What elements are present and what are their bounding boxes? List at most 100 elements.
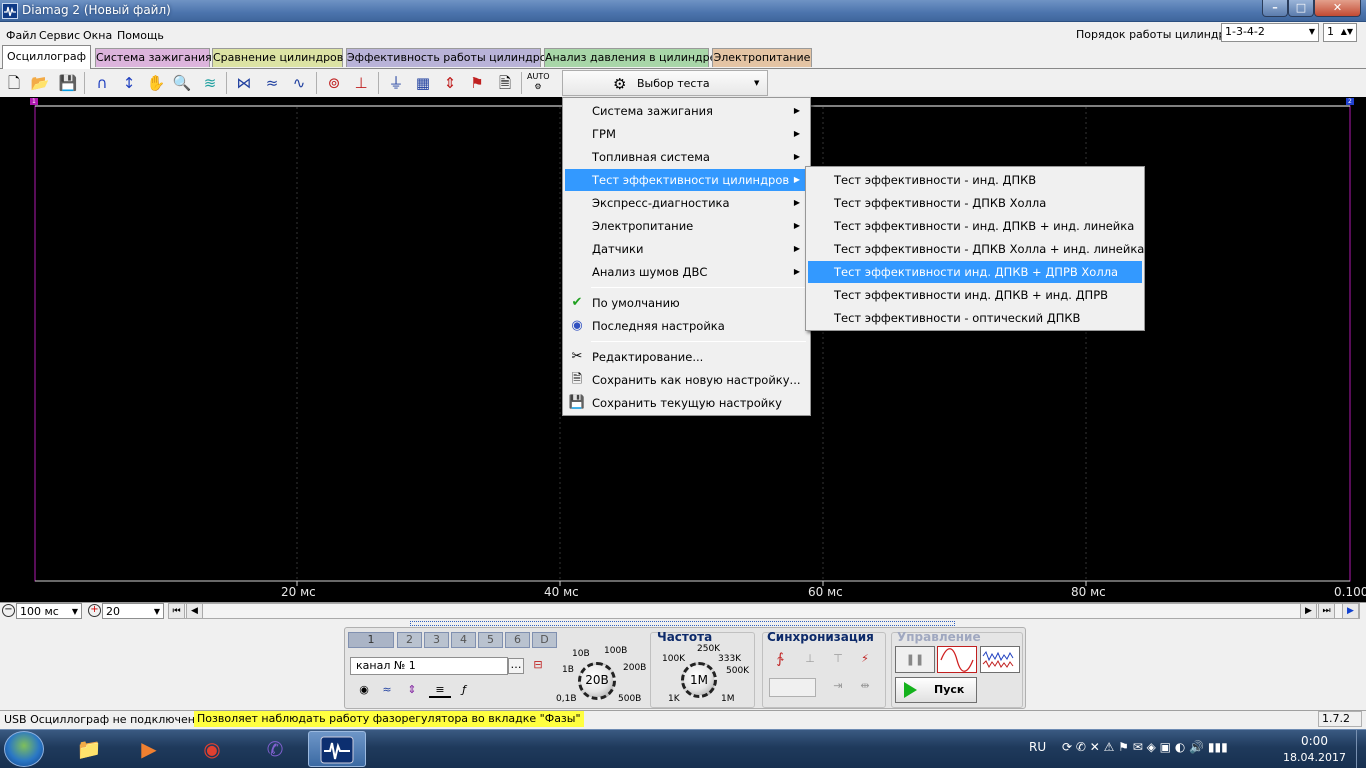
tab-power-supply[interactable]: Электропитание bbox=[712, 48, 812, 67]
zero-level-icon[interactable]: ⊥ bbox=[350, 72, 372, 94]
split-icon[interactable]: ⇕ bbox=[439, 72, 461, 94]
arc-cursor-icon[interactable]: ∩ bbox=[91, 72, 113, 94]
auto-setup-icon[interactable]: AUTO ⚙ bbox=[527, 72, 550, 94]
noise-icon[interactable]: ≈ bbox=[379, 682, 395, 698]
menu-item-power-supply[interactable]: Электропитание ▶ bbox=[565, 215, 808, 237]
menu-file[interactable]: Файл bbox=[6, 29, 36, 42]
channel-browse-button[interactable]: … bbox=[508, 658, 524, 674]
notes-icon[interactable]: 🗎 bbox=[494, 72, 516, 94]
cylinder-number-spinner[interactable]: 1 ▲▼ bbox=[1323, 23, 1357, 42]
channel-button-3[interactable]: 3 bbox=[424, 632, 449, 648]
channel-button-1[interactable]: 1 bbox=[348, 632, 394, 648]
channel-button-6[interactable]: 6 bbox=[505, 632, 530, 648]
save-icon[interactable]: 💾 bbox=[57, 72, 79, 94]
scroll-right-button[interactable]: ▶ bbox=[1300, 603, 1317, 619]
test-select-button[interactable]: ⚙ Выбор теста ▼ bbox=[562, 70, 768, 96]
menu-service[interactable]: Сервис bbox=[39, 29, 80, 42]
maximize-button[interactable]: □ bbox=[1288, 0, 1314, 17]
tab-cylinder-efficiency[interactable]: Эффективность работы цилиндров bbox=[346, 48, 553, 67]
sync-auto-icon[interactable]: ⚡ bbox=[857, 651, 873, 667]
tab-cylinder-pressure[interactable]: Анализ давления в цилиндре bbox=[544, 48, 716, 67]
tab-ignition-system[interactable]: Система зажигания bbox=[95, 48, 212, 67]
zoom-icon[interactable]: 🔍 bbox=[171, 72, 193, 94]
menu-item-save-as-new[interactable]: 🗎 Сохранить как новую настройку... bbox=[565, 369, 808, 391]
scroll-end-button[interactable]: ⏭ bbox=[1318, 603, 1335, 619]
panel-collapse-handle[interactable] bbox=[410, 621, 955, 626]
channel-button-2[interactable]: 2 bbox=[397, 632, 422, 648]
flag-icon[interactable]: ⚑ bbox=[466, 72, 488, 94]
hand-pan-icon[interactable]: ✋ bbox=[145, 72, 167, 94]
menu-item-engine-noise[interactable]: Анализ шумов ДВС ▶ bbox=[565, 261, 808, 283]
auto-scale-icon[interactable]: ⊚ bbox=[323, 72, 345, 94]
chrome-taskbar-icon[interactable]: ◉ bbox=[183, 731, 241, 767]
explorer-taskbar-icon[interactable]: 📁 bbox=[60, 731, 118, 767]
waves-icon[interactable]: ≈ bbox=[261, 72, 283, 94]
multi-wave-button[interactable] bbox=[980, 646, 1020, 673]
open-folder-icon[interactable]: 📂 bbox=[29, 72, 51, 94]
sync-edge-up-icon[interactable]: ⊥ bbox=[802, 651, 818, 667]
channel-button-d[interactable]: D bbox=[532, 632, 557, 648]
menu-item-edit[interactable]: ✂ Редактирование... bbox=[565, 346, 808, 368]
sync-edge-down-icon[interactable]: ⊤ bbox=[830, 651, 846, 667]
probe-icon[interactable]: ⊟ bbox=[530, 657, 546, 673]
diamag-taskbar-icon[interactable] bbox=[308, 731, 366, 767]
persistence-icon[interactable]: ≋ bbox=[199, 72, 221, 94]
channel-name-field[interactable]: канал № 1 bbox=[350, 657, 508, 675]
language-indicator[interactable]: RU bbox=[1029, 740, 1046, 754]
grid-lines-icon[interactable]: ≡ bbox=[429, 682, 451, 698]
channel-button-5[interactable]: 5 bbox=[478, 632, 503, 648]
tab-oscilloscope[interactable]: Осциллограф bbox=[2, 45, 91, 69]
play-scroll-button[interactable]: ▶ bbox=[1342, 603, 1359, 619]
menu-item-save-current[interactable]: 💾 Сохранить текущую настройку bbox=[565, 392, 808, 414]
overlay-waves-icon[interactable]: ∿ bbox=[288, 72, 310, 94]
submenu-item-hall-crank-ind-ruler[interactable]: Тест эффективности - ДПКВ Холла + инд. л… bbox=[808, 238, 1144, 260]
media-player-taskbar-icon[interactable]: ▶ bbox=[120, 731, 178, 767]
filter-icon[interactable]: ⏚ bbox=[385, 72, 407, 94]
invert-icon[interactable]: ⇕ bbox=[404, 682, 420, 698]
submenu-item-optical-crank[interactable]: Тест эффективности - оптический ДПКВ bbox=[808, 307, 1142, 329]
tab-cylinder-comparison[interactable]: Сравнение цилиндров bbox=[212, 48, 343, 67]
menu-item-last-setting[interactable]: ◉ Последняя настройка bbox=[565, 315, 808, 337]
cylinder-order-select[interactable]: 1-3-4-2 ▼ bbox=[1221, 23, 1319, 42]
menu-item-sensors[interactable]: Датчики ▶ bbox=[565, 238, 808, 260]
submenu-item-ind-crank[interactable]: Тест эффективности - инд. ДПКВ bbox=[808, 169, 1142, 191]
menu-item-timing[interactable]: ГРМ ▶ bbox=[565, 123, 808, 145]
clock-date[interactable]: 18.04.2017 bbox=[1283, 751, 1346, 764]
single-wave-button[interactable] bbox=[937, 646, 977, 673]
menu-windows[interactable]: Окна bbox=[83, 29, 112, 42]
tray-icons[interactable]: ⟳ ✆ ✕ ⚠ ⚑ ✉ ◈ ▣ ◐ 🔊 ▮▮▮ bbox=[1062, 740, 1228, 754]
start-button[interactable]: Пуск bbox=[895, 677, 977, 703]
submenu-item-ind-crank-ind-ruler[interactable]: Тест эффективности - инд. ДПКВ + инд. ли… bbox=[808, 215, 1142, 237]
grid-icon[interactable]: ▦ bbox=[412, 72, 434, 94]
menu-item-express-diagnostics[interactable]: Экспресс-диагностика ▶ bbox=[565, 192, 808, 214]
sync-channel-select[interactable] bbox=[769, 678, 816, 697]
channel-button-4[interactable]: 4 bbox=[451, 632, 476, 648]
vertical-cursor-icon[interactable]: ↕ bbox=[118, 72, 140, 94]
zoom-in-amp-button[interactable]: + bbox=[88, 604, 101, 617]
submenu-item-ind-crank-ind-cam[interactable]: Тест эффективности инд. ДПКВ + инд. ДПРВ bbox=[808, 284, 1142, 306]
scroll-start-button[interactable]: ⏮ bbox=[168, 603, 185, 619]
time-scale-select[interactable]: 100 мс ▼ bbox=[16, 603, 82, 619]
sync-expand-icon[interactable]: ⇹ bbox=[857, 678, 873, 694]
close-button[interactable]: ✕ bbox=[1314, 0, 1361, 17]
submenu-item-hall-crank[interactable]: Тест эффективности - ДПКВ Холла bbox=[808, 192, 1142, 214]
clock-time[interactable]: 0:00 bbox=[1301, 734, 1328, 748]
scroll-left-button[interactable]: ◀ bbox=[186, 603, 203, 619]
new-file-icon[interactable]: 🗋 bbox=[3, 72, 25, 94]
start-menu-button[interactable] bbox=[4, 731, 44, 767]
minimize-button[interactable]: – bbox=[1262, 0, 1288, 17]
amplitude-scale-select[interactable]: 20 ▼ bbox=[102, 603, 164, 619]
pause-button[interactable]: ❚❚ bbox=[895, 646, 935, 673]
menu-item-ignition-system[interactable]: Система зажигания ▶ bbox=[565, 100, 808, 122]
submenu-item-ind-crank-hall-cam[interactable]: Тест эффективности инд. ДПКВ + ДПРВ Холл… bbox=[808, 261, 1142, 283]
menu-item-fuel-system[interactable]: Топливная система ▶ bbox=[565, 146, 808, 168]
show-desktop-button[interactable] bbox=[1356, 730, 1366, 768]
eye-icon[interactable]: ◉ bbox=[356, 682, 372, 698]
sync-compress-icon[interactable]: ⇥ bbox=[830, 678, 846, 694]
menu-item-cylinder-efficiency-test[interactable]: Тест эффективности цилиндров ▶ bbox=[565, 169, 808, 191]
sync-rising-icon[interactable]: ∱ bbox=[772, 651, 788, 667]
menu-item-default[interactable]: ✔ По умолчанию bbox=[565, 292, 808, 314]
zoom-out-time-button[interactable]: − bbox=[2, 604, 15, 617]
time-scrollbar[interactable] bbox=[168, 603, 1360, 619]
viber-taskbar-icon[interactable]: ✆ bbox=[246, 731, 304, 767]
